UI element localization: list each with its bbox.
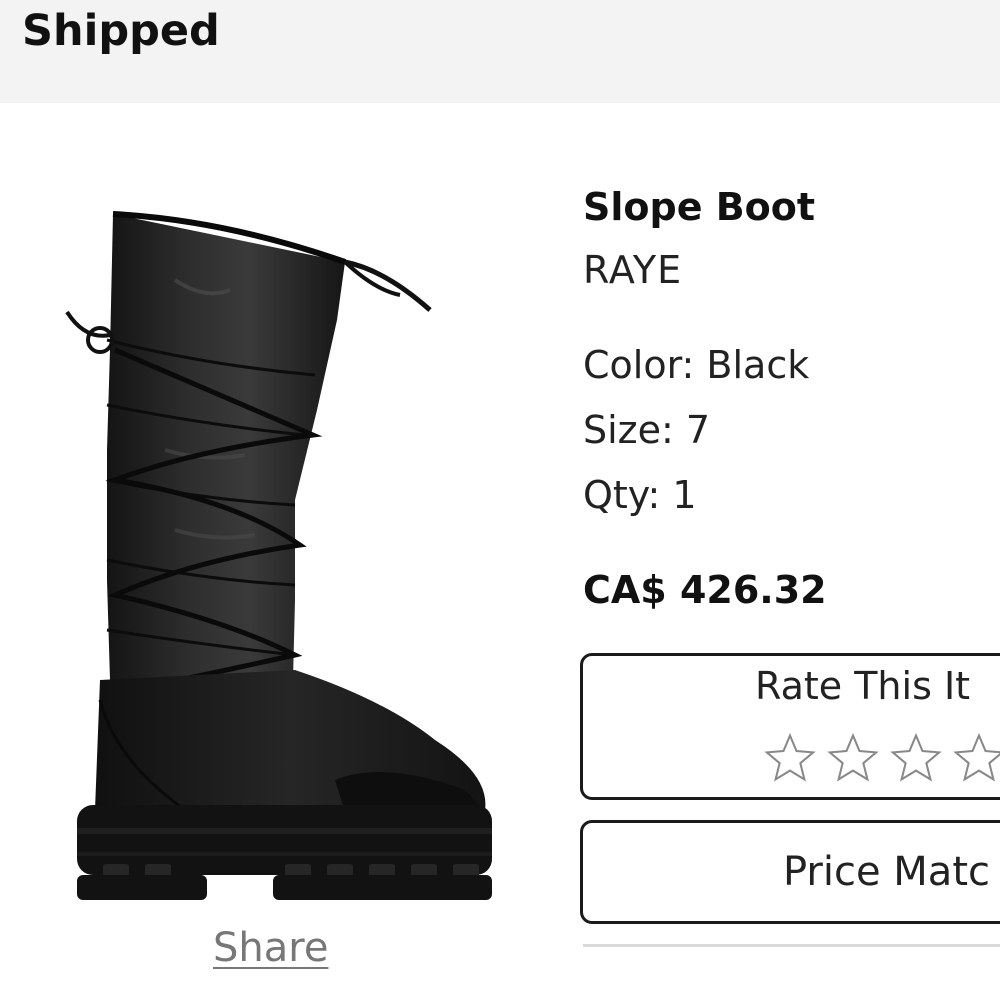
star-outline-icon[interactable] — [763, 731, 817, 785]
product-color: Color: Black — [583, 343, 810, 387]
product-size: Size: 7 — [583, 408, 711, 452]
rating-stars — [763, 731, 1000, 785]
product-image[interactable] — [55, 200, 505, 910]
star-outline-icon[interactable] — [952, 731, 1000, 785]
divider — [583, 944, 1000, 947]
order-status-title: Shipped — [22, 6, 220, 56]
star-outline-icon[interactable] — [889, 731, 943, 785]
rate-item-title: Rate This It — [755, 664, 971, 708]
product-name[interactable]: Slope Boot — [583, 185, 815, 229]
product-price: CA$ 426.32 — [583, 568, 827, 612]
brand-name[interactable]: RAYE — [583, 248, 682, 292]
star-outline-icon[interactable] — [826, 731, 880, 785]
price-match-button[interactable]: Price Matc — [580, 820, 1000, 924]
product-details: Slope Boot RAYE Color: Black Size: 7 Qty… — [580, 0, 1000, 1000]
share-link[interactable]: Share — [213, 925, 328, 971]
price-match-label: Price Matc — [783, 849, 990, 895]
header-notch — [0, 103, 24, 107]
rate-item-box: Rate This It — [580, 653, 1000, 800]
product-quantity: Qty: 1 — [583, 473, 697, 517]
